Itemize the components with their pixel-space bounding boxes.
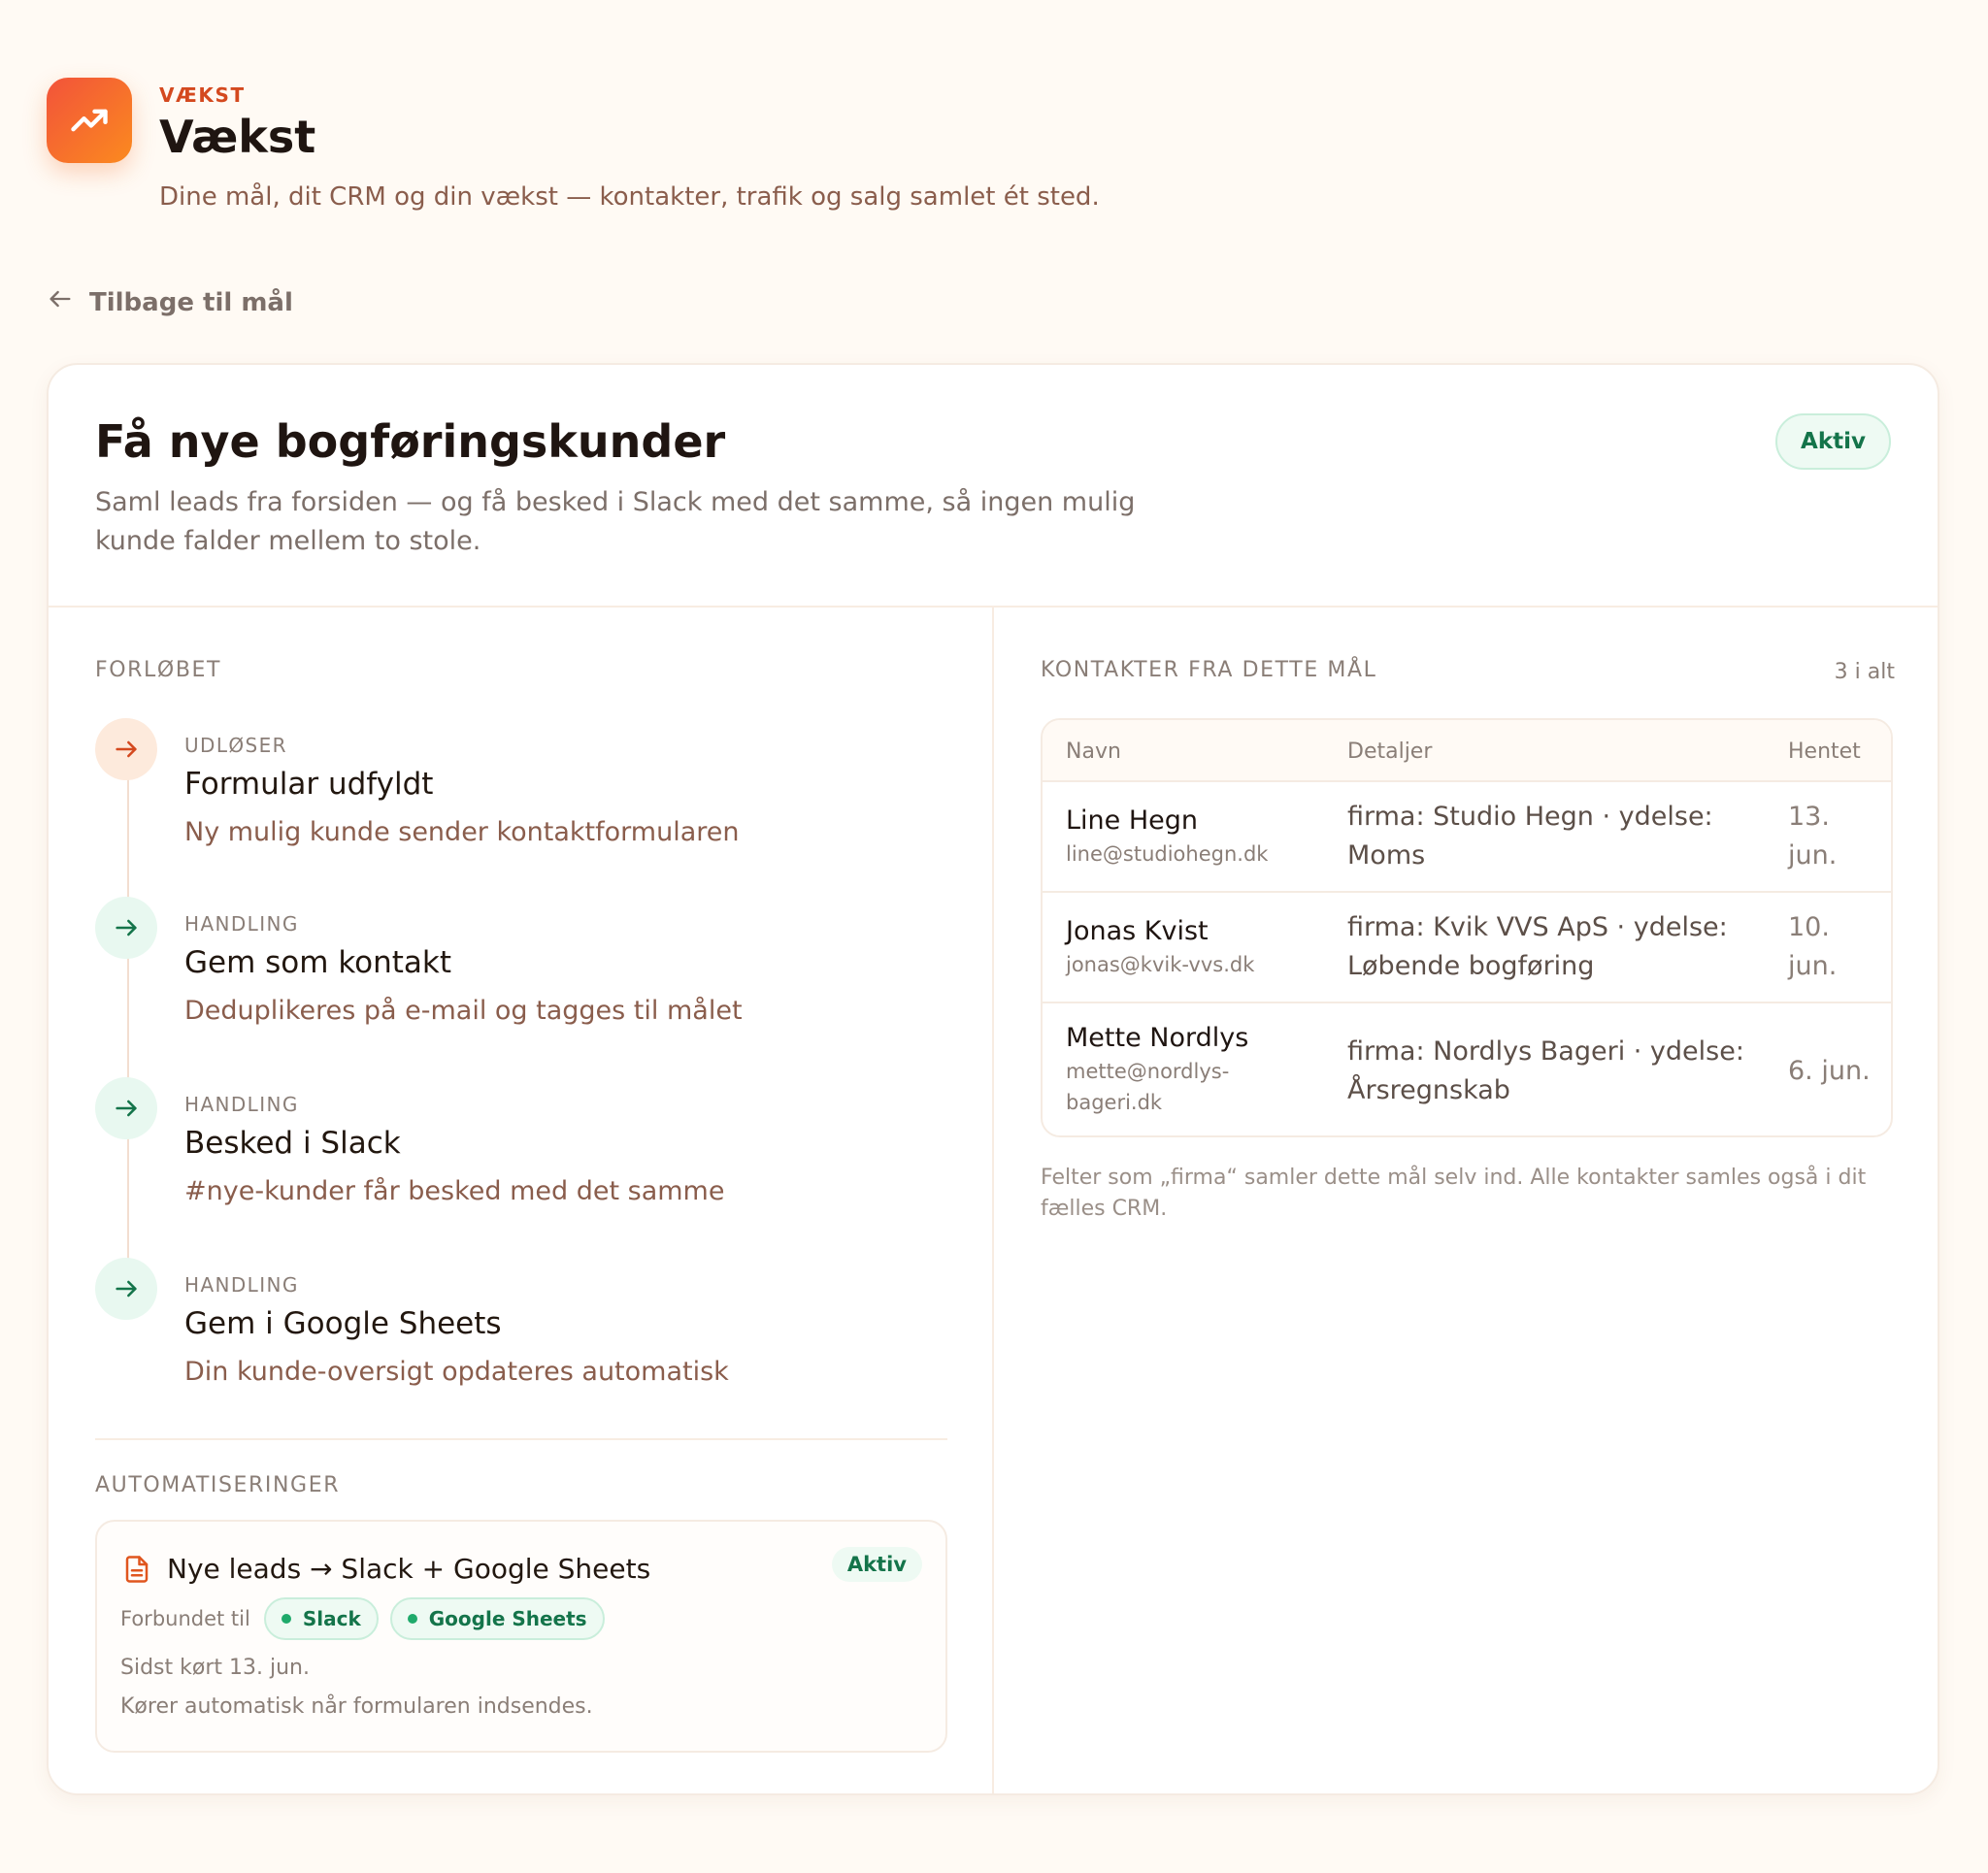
contacts-footnote: Felter som „firma“ samler dette mål selv…: [1041, 1166, 1867, 1221]
table-row[interactable]: Jonas Kvist jonas@kvik-vvs.dk firma: Kvi…: [1043, 893, 1891, 1003]
column-header-details[interactable]: Detaljer: [1347, 739, 1432, 764]
chip-label: Google Sheets: [428, 1607, 587, 1630]
step-kind: HANDLING: [184, 1273, 299, 1297]
step-description: Deduplikeres på e-mail og tagges til mål…: [184, 996, 743, 1026]
step-kind: HANDLING: [184, 1093, 299, 1116]
back-link-label: Tilbage til mål: [89, 287, 293, 317]
step-kind: UDLØSER: [184, 734, 287, 757]
back-link[interactable]: Tilbage til mål: [47, 285, 293, 319]
arrow-right-icon: [95, 1077, 157, 1139]
automation-title: Nye leads → Slack + Google Sheets: [167, 1553, 651, 1585]
contact-details: firma: Nordlys Bageri · ydelse: Årsregns…: [1347, 1036, 1744, 1105]
contact-name: Jonas Kvist: [1066, 916, 1209, 946]
step-title: Formular udfyldt: [184, 767, 434, 802]
divider: [95, 1438, 947, 1440]
contact-date: 6. jun.: [1788, 1056, 1871, 1086]
contact-date: 13. jun.: [1788, 802, 1838, 871]
connection-chip-google-sheets[interactable]: Google Sheets: [389, 1597, 605, 1640]
contact-email: jonas@kvik-vvs.dk: [1066, 953, 1255, 976]
contact-email: line@studiohegn.dk: [1066, 842, 1269, 866]
goal-status-badge[interactable]: Aktiv: [1775, 413, 1891, 470]
flow-step-save-contact[interactable]: HANDLING Gem som kontakt Deduplikeres på…: [95, 897, 949, 1042]
arrow-right-icon: [95, 1258, 157, 1320]
contact-details: firma: Studio Hegn · ydelse: Moms: [1347, 802, 1713, 871]
app-eyebrow: VÆKST: [159, 83, 246, 107]
step-kind: HANDLING: [184, 912, 299, 936]
contact-email: mette@nordlys-bageri.dk: [1066, 1060, 1230, 1114]
step-title: Gem i Google Sheets: [184, 1306, 502, 1341]
contacts-count: 3 i alt: [1834, 660, 1895, 684]
arrow-right-icon: [95, 897, 157, 959]
column-header-name[interactable]: Navn: [1066, 739, 1121, 764]
flow-step-slack[interactable]: HANDLING Besked i Slack #nye-kunder får …: [95, 1077, 949, 1223]
flow-heading: FORLØBET: [95, 658, 222, 682]
column-header-date[interactable]: Hentet: [1788, 739, 1861, 764]
step-title: Besked i Slack: [184, 1126, 401, 1161]
table-row[interactable]: Mette Nordlys mette@nordlys-bageri.dk fi…: [1043, 1003, 1891, 1135]
contacts-heading: KONTAKTER FRA DETTE MÅL: [1041, 658, 1377, 682]
contact-name: Mette Nordlys: [1066, 1023, 1249, 1053]
goal-description: Saml leads fra forsiden — og få besked i…: [95, 487, 1136, 556]
status-dot: [407, 1614, 417, 1624]
app-title: Vækst: [159, 111, 316, 163]
last-run: Sidst kørt 13. jun.: [120, 1656, 310, 1680]
connected-label: Forbundet til: [120, 1607, 250, 1630]
flow-column: FORLØBET UDLØSER Formular udfyldt Ny mul…: [49, 608, 994, 1793]
automation-card[interactable]: Nye leads → Slack + Google Sheets Aktiv …: [95, 1520, 947, 1753]
contacts-column: KONTAKTER FRA DETTE MÅL 3 i alt Navn Det…: [994, 608, 1938, 1793]
contact-date: 10. jun.: [1788, 912, 1838, 981]
arrow-left-icon: [47, 285, 74, 319]
connection-chip-slack[interactable]: Slack: [263, 1597, 379, 1640]
trending-up-icon: [47, 78, 132, 163]
table-row[interactable]: Line Hegn line@studiohegn.dk firma: Stud…: [1043, 782, 1891, 893]
status-dot: [281, 1614, 291, 1624]
step-title: Gem som kontakt: [184, 945, 452, 980]
table-header: Navn Detaljer Hentet: [1043, 720, 1891, 782]
arrow-right-icon: [95, 718, 157, 780]
goal-header: Få nye bogføringskunder Saml leads fra f…: [49, 365, 1938, 608]
automations-heading: AUTOMATISERINGER: [95, 1473, 341, 1497]
flow-step-trigger[interactable]: UDLØSER Formular udfyldt Ny mulig kunde …: [95, 718, 949, 864]
automation-note: Kører automatisk når formularen indsende…: [120, 1694, 593, 1719]
connections-row: Forbundet til Slack Google Sheets: [120, 1597, 605, 1640]
chip-label: Slack: [302, 1607, 361, 1630]
document-icon: [122, 1553, 151, 1590]
flow-step-google-sheets[interactable]: HANDLING Gem i Google Sheets Din kunde-o…: [95, 1258, 949, 1403]
step-description: Din kunde-oversigt opdateres automatisk: [184, 1357, 729, 1387]
contact-details: firma: Kvik VVS ApS · ydelse: Løbende bo…: [1347, 912, 1728, 981]
automation-status-badge: Aktiv: [831, 1547, 922, 1582]
contacts-table: Navn Detaljer Hentet Line Hegn line@stud…: [1041, 718, 1893, 1137]
goal-title: Få nye bogføringskunder: [95, 415, 726, 468]
goal-card: Få nye bogføringskunder Saml leads fra f…: [47, 363, 1939, 1795]
app-subtitle: Dine mål, dit CRM og din vækst — kontakt…: [159, 182, 1100, 212]
step-description: #nye-kunder får besked med det samme: [184, 1176, 725, 1206]
step-description: Ny mulig kunde sender kontaktformularen: [184, 817, 740, 847]
contact-name: Line Hegn: [1066, 805, 1199, 836]
